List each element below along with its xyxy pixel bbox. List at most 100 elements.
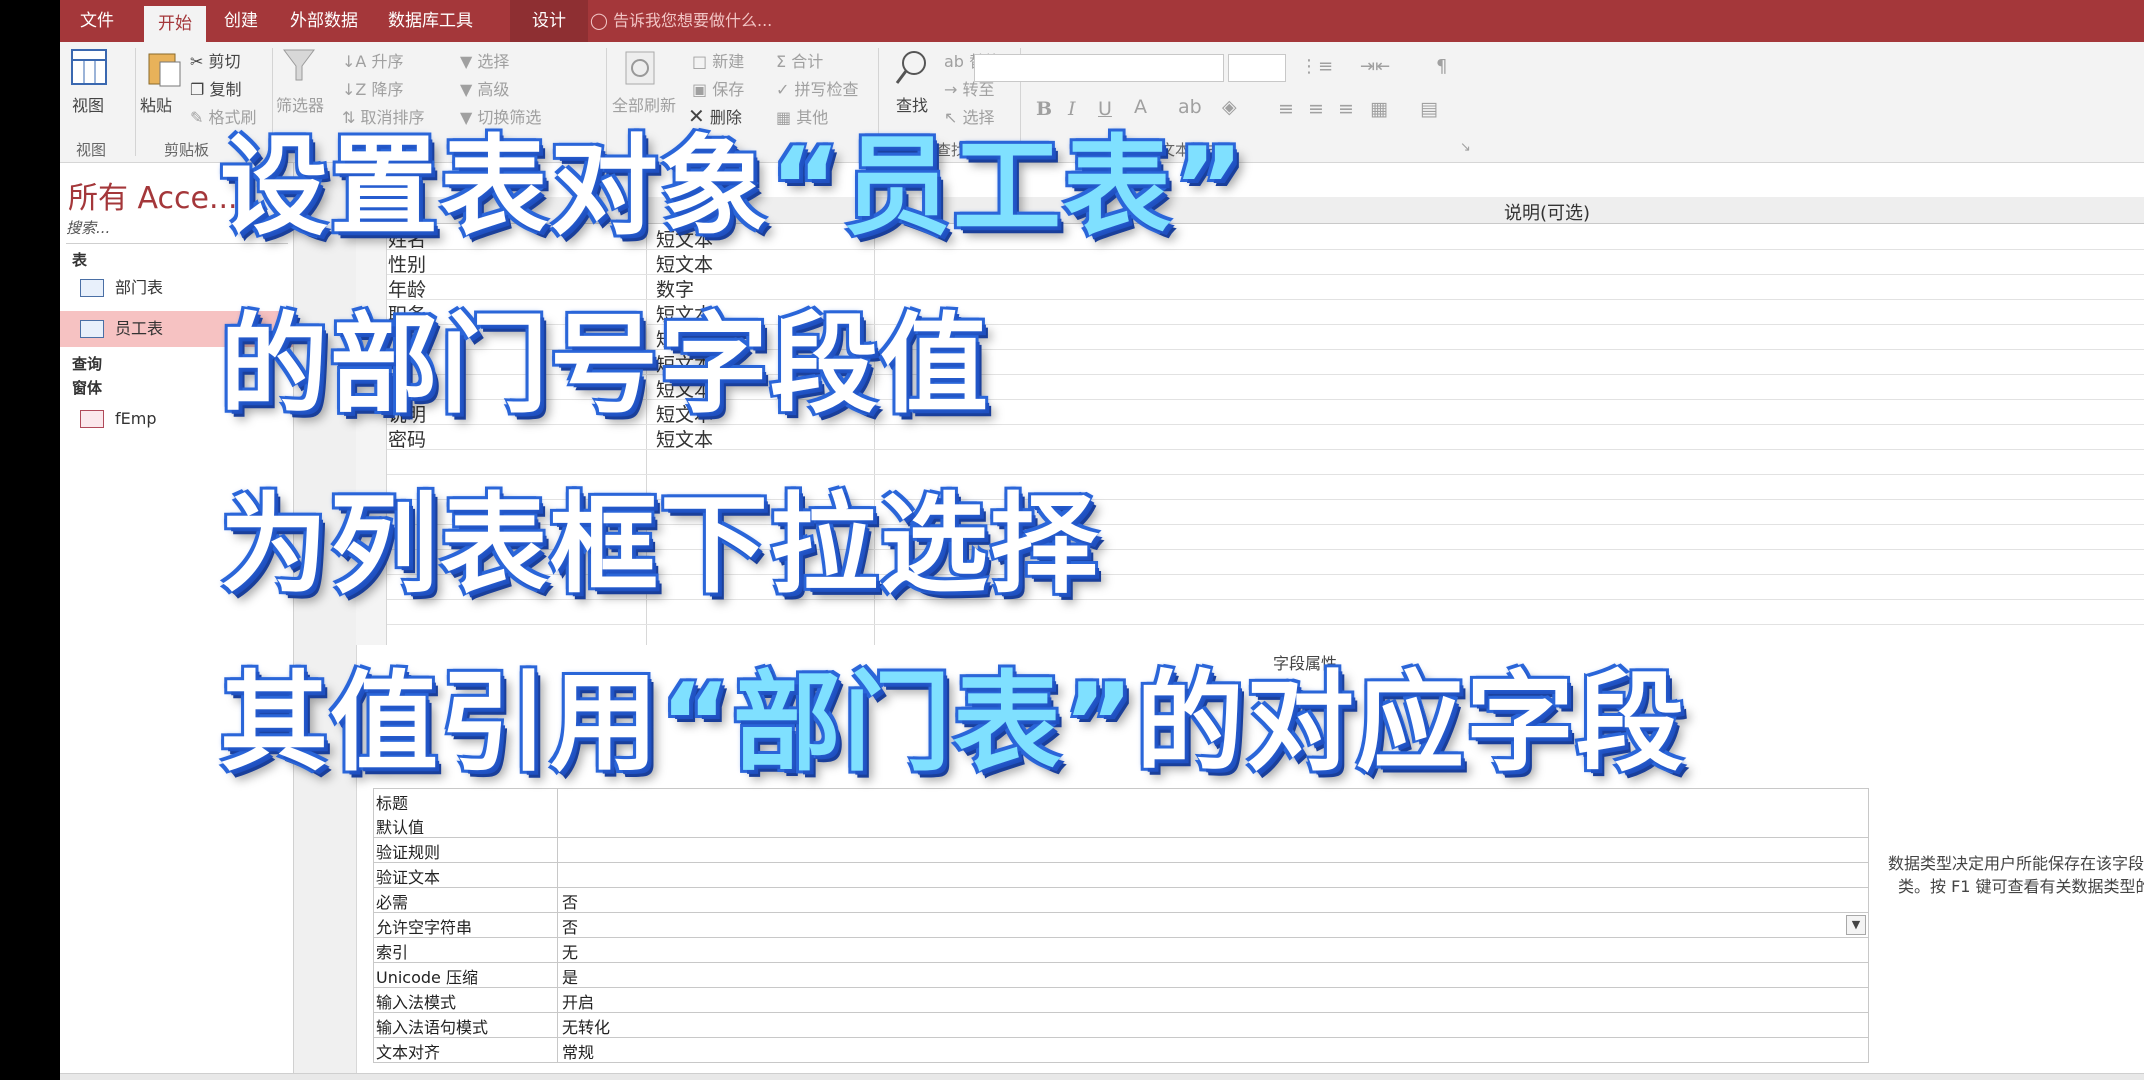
new-icon: □	[692, 52, 708, 71]
property-row-text-align[interactable]: 文本对齐 常规	[373, 1038, 1869, 1063]
bold-icon[interactable]: B	[1036, 98, 1052, 120]
tab-design[interactable]: 设计	[510, 0, 588, 42]
tab-database-tools[interactable]: 数据库工具	[388, 0, 473, 42]
property-row-validation-text[interactable]: 验证文本	[373, 863, 1869, 888]
align-center-icon[interactable]: ≡	[1308, 98, 1324, 120]
refresh-all-button[interactable]	[622, 48, 658, 88]
data-type-cell[interactable]: 短文本	[656, 250, 713, 277]
group-separator	[135, 48, 136, 156]
sort-descending-button[interactable]: ↓Z 降序	[342, 76, 403, 100]
divider	[557, 988, 558, 1012]
property-value[interactable]: 否	[562, 889, 578, 913]
field-name-cell[interactable]: 年龄	[388, 275, 426, 302]
pane-splitter[interactable]	[294, 163, 357, 1080]
font-name-combo[interactable]	[974, 54, 1224, 82]
property-row-allow-zero-length[interactable]: 允许空字符串 否 ▼	[373, 913, 1869, 938]
sort-desc-icon: ↓Z	[342, 80, 367, 99]
property-row-indexed[interactable]: 索引 无	[373, 938, 1869, 963]
table-row[interactable]: 性别 短文本	[356, 250, 2144, 277]
find-button[interactable]	[894, 48, 930, 88]
sort-asc-icon: ↓A	[342, 52, 367, 71]
property-label: 标题	[376, 794, 409, 813]
align-right-icon[interactable]: ≡	[1338, 98, 1354, 120]
tab-file[interactable]: 文件	[80, 0, 114, 42]
property-row-validation-rule[interactable]: 验证规则	[373, 838, 1869, 863]
scissors-icon: ✂	[190, 52, 204, 71]
property-value[interactable]: 无	[562, 939, 578, 963]
property-label: 验证文本	[376, 868, 441, 887]
funnel-icon	[283, 49, 315, 81]
property-value[interactable]: 开启	[562, 989, 594, 1013]
form-icon	[80, 410, 104, 428]
table-row[interactable]	[356, 450, 2144, 475]
new-record-button[interactable]: □ 新建	[692, 48, 744, 72]
font-color-icon[interactable]: A	[1134, 96, 1147, 118]
advanced-filter-button[interactable]: ▼ 高级	[460, 76, 509, 100]
property-value[interactable]: 是	[562, 964, 578, 988]
property-row-ime-sentence-mode[interactable]: 输入法语句模式 无转化	[373, 1013, 1869, 1038]
property-value[interactable]: 无转化	[562, 1014, 610, 1038]
divider	[557, 913, 558, 937]
chevron-down-icon[interactable]: ▼	[1846, 915, 1866, 935]
nav-section-tables[interactable]: 表	[72, 249, 87, 270]
totals-button[interactable]: Σ 合计	[776, 48, 823, 72]
paste-button[interactable]	[146, 48, 182, 88]
indent-icon[interactable]: ⇥⇤	[1360, 56, 1390, 77]
property-label: Unicode 压缩	[376, 968, 478, 987]
property-value[interactable]: 否	[562, 914, 578, 938]
nav-section-forms[interactable]: 窗体	[72, 377, 102, 398]
tab-create[interactable]: 创建	[224, 0, 258, 42]
save-record-button[interactable]: ▣ 保存	[692, 76, 744, 100]
nav-item-label: 员工表	[115, 319, 164, 338]
table-row[interactable]: 密码 短文本	[356, 425, 2144, 452]
cut-button[interactable]: ✂ 剪切	[190, 48, 241, 72]
field-name-cell[interactable]: 密码	[388, 425, 426, 452]
tell-me-box[interactable]: ◯ 告诉我您想要做什么...	[590, 0, 772, 42]
field-name-cell[interactable]: 性别	[388, 250, 426, 277]
ribbon-tab-bar: 文件 开始 创建 外部数据 数据库工具 设计 ◯ 告诉我您想要做什么...	[60, 0, 2144, 42]
filter-button[interactable]	[282, 48, 316, 84]
gridlines-icon[interactable]: ▦	[1370, 98, 1388, 120]
bullets-icon[interactable]: ⋮≡	[1300, 56, 1333, 77]
copy-label: 复制	[209, 80, 242, 99]
replace-icon: ab	[944, 52, 964, 71]
nav-pane-title[interactable]: 所有 Acce...	[68, 173, 238, 217]
lightbulb-icon: ◯	[590, 11, 608, 30]
copy-button[interactable]: ❐ 复制	[190, 76, 241, 100]
property-value[interactable]: 常规	[562, 1039, 594, 1063]
data-type-cell[interactable]: 数字	[656, 275, 694, 302]
property-row-ime-mode[interactable]: 输入法模式 开启	[373, 988, 1869, 1013]
caption-highlight: “员工表”	[770, 125, 1246, 250]
selection-label: 选择	[477, 52, 510, 71]
advanced-icon: ▼	[460, 80, 473, 99]
caption-line-4: 其值引用“部门表”的对应字段	[220, 664, 1686, 784]
divider	[557, 789, 558, 813]
rtl-icon[interactable]: ¶	[1436, 56, 1447, 77]
highlight-icon[interactable]: ab	[1178, 96, 1202, 118]
spelling-button[interactable]: ✓ 拼写检查	[776, 76, 859, 100]
tab-external-data[interactable]: 外部数据	[290, 0, 358, 42]
fill-color-icon[interactable]: ◈	[1222, 96, 1237, 118]
font-size-combo[interactable]	[1228, 54, 1286, 82]
goto-label: 转至	[962, 80, 995, 99]
view-button[interactable]	[70, 48, 108, 88]
property-row-caption[interactable]: 标题	[373, 788, 1869, 814]
italic-icon[interactable]: I	[1068, 98, 1076, 120]
nav-section-queries[interactable]: 查询	[72, 353, 102, 374]
data-type-cell[interactable]: 短文本	[656, 425, 713, 452]
divider	[557, 963, 558, 987]
table-row[interactable]: 年龄 数字	[356, 275, 2144, 302]
underline-icon[interactable]: U	[1098, 98, 1112, 120]
nav-item-dept-table[interactable]: 部门表	[60, 270, 293, 306]
sort-ascending-button[interactable]: ↓A 升序	[342, 48, 403, 72]
align-left-icon[interactable]: ≡	[1278, 98, 1294, 120]
property-row-required[interactable]: 必需 否	[373, 888, 1869, 913]
property-row-default-value[interactable]: 默认值	[373, 813, 1869, 838]
dialog-launcher-icon[interactable]: ↘	[1460, 140, 1471, 155]
selection-filter-button[interactable]: ▼ 选择	[460, 48, 509, 72]
find-label: 查找	[896, 96, 929, 115]
property-row-unicode-compression[interactable]: Unicode 压缩 是	[373, 963, 1869, 988]
alt-row-color-icon[interactable]: ▤	[1420, 98, 1438, 120]
advanced-label: 高级	[477, 80, 510, 99]
tab-home[interactable]: 开始	[144, 6, 206, 42]
